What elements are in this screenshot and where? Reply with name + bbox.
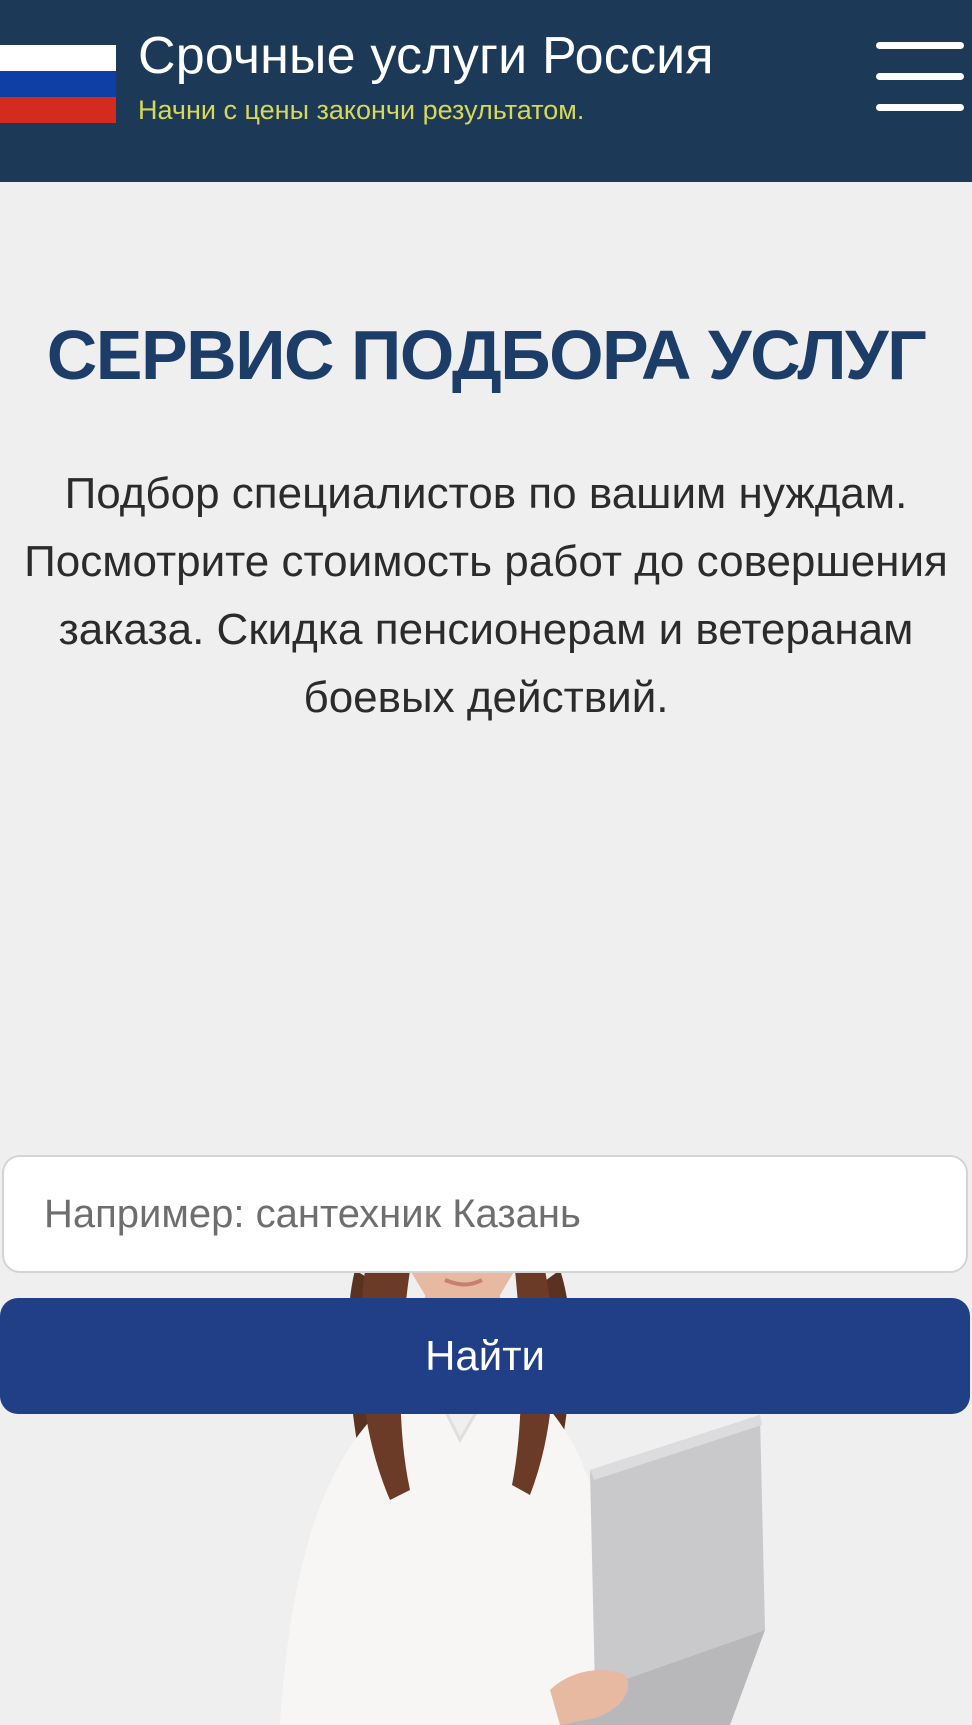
page-title: СЕРВИС ПОДБОРА УСЛУГ bbox=[46, 316, 927, 394]
site-tagline: Начни с цены закончи результатом. bbox=[138, 95, 585, 125]
site-header: Срочные услуги Россия Начни с цены закон… bbox=[0, 0, 972, 182]
site-title[interactable]: Срочные услуги Россия bbox=[138, 26, 714, 86]
hero-description: Подбор специалистов по вашим нуждам. Пос… bbox=[24, 469, 948, 722]
hamburger-menu-icon[interactable] bbox=[874, 38, 966, 116]
russian-flag-icon[interactable] bbox=[0, 45, 116, 123]
search-input[interactable] bbox=[2, 1155, 968, 1273]
search-button[interactable]: Найти bbox=[0, 1298, 970, 1414]
